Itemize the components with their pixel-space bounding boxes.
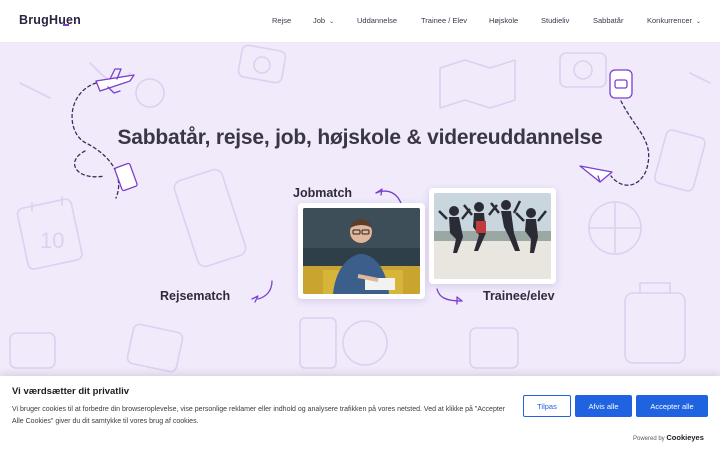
cookie-banner: Vi værdsætter dit privatliv Vi bruger co… [0,376,720,450]
accept-all-button[interactable]: Accepter alle [636,395,708,417]
trainee-photo-card[interactable] [429,188,556,284]
logo-accent [63,24,69,26]
svg-text:10: 10 [40,228,64,253]
hero-title: Sabbatår, rejse, job, højskole & videreu… [117,126,603,149]
cookie-description: Vi bruger cookies til at forbedre din br… [12,406,506,425]
trainee-photo [434,193,551,279]
chevron-down-icon: ⌄ [696,19,702,25]
nav-item-job[interactable]: Job ⌄ [313,16,334,25]
jobmatch-photo [303,208,420,294]
nav-item-rejse[interactable]: Rejse [272,16,291,25]
hero-section: 10 Sabbatår, rejse, job, højskole & vide… [0,43,720,376]
nav-item-sabbatar[interactable]: Sabbatår [593,16,623,25]
cookie-title: Vi værdsætter dit privatliv [12,386,130,397]
cookieyes-logo: Cookieyes [666,433,704,442]
customize-button[interactable]: Tilpas [523,395,571,417]
powered-by[interactable]: Powered by Cookieyes [633,433,704,442]
trainee-label[interactable]: Trainee/elev [483,289,555,303]
nav-item-hojskole[interactable]: Højskole [489,16,518,25]
jobmatch-photo-card[interactable] [298,203,425,299]
rejsematch-label[interactable]: Rejsematch [160,289,230,303]
site-logo[interactable]: BrugHuen [19,13,81,27]
reject-all-button[interactable]: Afvis alle [575,395,632,417]
site-header: BrugHuen Rejse Job ⌄ Uddannelse Trainee /… [0,0,720,43]
nav-item-konkurrencer[interactable]: Konkurrencer ⌄ [647,16,701,25]
jobmatch-label[interactable]: Jobmatch [293,186,352,200]
nav-item-uddannelse[interactable]: Uddannelse [357,16,397,25]
logo-text: BrugHuen [19,13,82,27]
chevron-down-icon: ⌄ [329,19,335,25]
nav-item-trainee-elev[interactable]: Trainee / Elev [421,16,467,25]
nav-item-studieliv[interactable]: Studieliv [541,16,569,25]
